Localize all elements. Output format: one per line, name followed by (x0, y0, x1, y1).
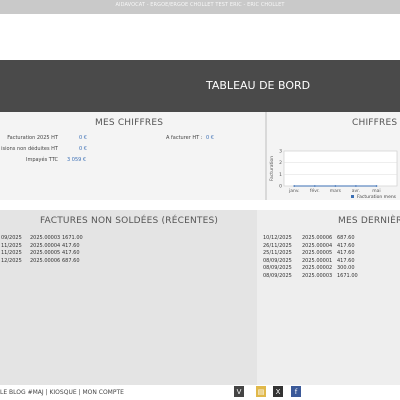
chart-legend-label: Facturation mens (357, 194, 397, 200)
derniere-row-date[interactable]: 08/09/2025 (263, 258, 292, 264)
mes-chiffres-title: MES CHIFFRES (95, 118, 164, 128)
chart-legend-swatch (351, 195, 354, 198)
facture-row-number[interactable]: 2025.00004 (30, 243, 60, 249)
facture-row-date[interactable]: 11/2025 (1, 243, 22, 249)
page-title: TABLEAU DE BORD (206, 79, 311, 92)
mes-chiffres-panel: MES CHIFFRES Facturation 2025 HT 0 € isi… (0, 112, 265, 200)
derniere-row-number[interactable]: 2025.00001 (302, 258, 332, 264)
chart-point (293, 185, 296, 187)
derniere-row-amount[interactable]: 1671.00 (337, 273, 358, 279)
chiffres-chart-title: CHIFFRES (352, 118, 398, 128)
viadeo-icon[interactable]: V (234, 386, 244, 397)
chart-y-tick-label: 1 (279, 172, 282, 178)
facture-row-date[interactable]: 11/2025 (1, 250, 22, 256)
derniere-row-number[interactable]: 2025.00004 (302, 243, 332, 249)
derniere-row-date[interactable]: 08/09/2025 (263, 273, 292, 279)
derniere-row-number[interactable]: 2025.00003 (302, 273, 332, 279)
provisions-label: isions non déduites HT (1, 146, 58, 152)
derniere-row-date[interactable]: 08/09/2025 (263, 265, 292, 271)
derniere-row-date[interactable]: 26/11/2025 (263, 243, 292, 249)
facture-row-number[interactable]: 2025.00006 (30, 258, 60, 264)
chart-x-tick-label: avr. (352, 188, 360, 194)
impayes-label: Impayés TTC (25, 157, 58, 163)
facture-row-amount[interactable]: 687.60 (62, 258, 80, 264)
footer-links[interactable]: LE BLOG #MAJ | KIOSQUE | MON COMPTE (0, 389, 124, 396)
chiffres-chart: 0 1 2 3 janv. févr. mars avr. mai Facturation Fact… (269, 149, 398, 200)
facture-row-amount[interactable]: 417.60 (62, 243, 80, 249)
chart-point (334, 185, 337, 187)
chart-y-tick-label: 0 (279, 184, 282, 190)
facebook-icon[interactable]: f (291, 386, 301, 397)
a-facturer-value[interactable]: 0 € (206, 135, 214, 141)
chart-y-tick-label: 2 (279, 160, 282, 166)
top-bar: AIDAVOCAT - ERGOE/ERGOE CHOLLET TEST ERI… (0, 0, 400, 14)
chart-x-tick-label: janv. (288, 188, 300, 194)
x-icon[interactable]: X (273, 386, 283, 397)
derniere-row-number[interactable]: 2025.00002 (302, 265, 332, 271)
chart-x-tick-label: févr. (310, 187, 320, 194)
facture-row-date[interactable]: 09/2025 (1, 235, 22, 241)
derniere-row-number[interactable]: 2025.00006 (302, 235, 332, 241)
account-info: AIDAVOCAT - ERGOE/ERGOE CHOLLET TEST ERI… (115, 2, 285, 8)
a-facturer-label: A facturer HT : (166, 135, 203, 141)
chart-y-tick-label: 3 (279, 149, 282, 155)
facture-row-date[interactable]: 12/2025 (1, 258, 22, 264)
facturation-label: Facturation 2025 HT (7, 135, 58, 141)
derniere-row-amount[interactable]: 687.60 (337, 235, 355, 241)
chart-x-tick-label: mai (372, 188, 380, 194)
chart-point (375, 185, 378, 187)
dernieres-title: MES DERNIÈR (338, 216, 400, 226)
chart-point (313, 185, 316, 187)
facturation-value[interactable]: 0 € (79, 135, 87, 141)
header-banner (0, 60, 400, 112)
chart-point (355, 185, 357, 187)
facture-row-number[interactable]: 2025.00003 (30, 235, 60, 241)
chart-y-axis-label: Facturation (269, 156, 275, 181)
impayes-value[interactable]: 3 059 € (67, 157, 86, 163)
derniere-row-number[interactable]: 2025.00005 (302, 250, 332, 256)
factures-title: FACTURES NON SOLDÉES (RÉCENTES) (40, 216, 219, 226)
chiffres-chart-panel: CHIFFRES 0 1 2 3 janv. févr. mars avr. mai Factur… (265, 112, 400, 200)
provisions-value[interactable]: 0 € (79, 146, 87, 152)
chart-plot-area (283, 150, 398, 187)
derniere-row-amount[interactable]: 417.60 (337, 258, 355, 264)
derniere-row-date[interactable]: 10/12/2025 (263, 235, 292, 241)
facture-row-number[interactable]: 2025.00005 (30, 250, 60, 256)
derniere-row-date[interactable]: 25/11/2025 (263, 250, 292, 256)
derniere-row-amount[interactable]: 417.60 (337, 243, 355, 249)
document-icon[interactable]: ▤ (256, 386, 266, 397)
derniere-row-amount[interactable]: 300.00 (337, 265, 355, 271)
facture-row-amount[interactable]: 417.60 (62, 250, 80, 256)
derniere-row-amount[interactable]: 417.60 (337, 250, 355, 256)
chart-x-tick-label: mars (330, 188, 342, 194)
facture-row-amount[interactable]: 1671.00 (62, 235, 83, 241)
